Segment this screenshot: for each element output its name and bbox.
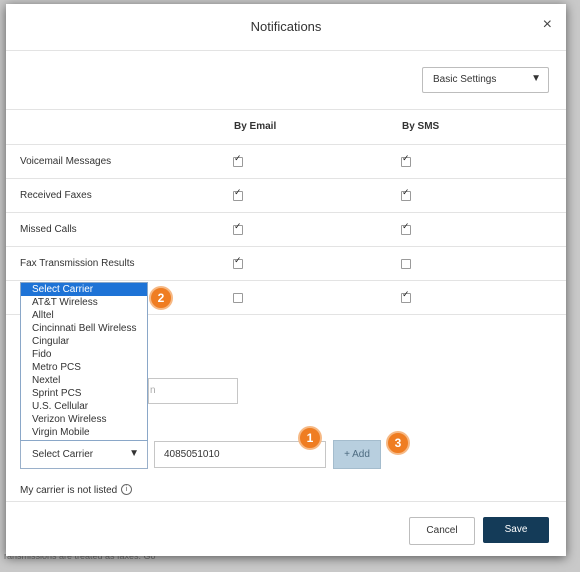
step-badge-3: 3 (386, 431, 410, 455)
info-icon[interactable]: i (121, 484, 132, 495)
notification-row-label: Voicemail Messages (20, 156, 112, 167)
carrier-option[interactable]: Cincinnati Bell Wireless (21, 322, 147, 335)
carrier-option[interactable]: Fido (21, 348, 147, 361)
settings-select[interactable]: Basic Settings ▼ (422, 67, 549, 93)
notifications-modal: Notifications × Basic Settings ▼ By Emai… (6, 4, 566, 556)
carrier-option[interactable]: Sprint PCS (21, 387, 147, 400)
phone-number-value: 4085051010 (164, 449, 220, 460)
carrier-not-listed-text: My carrier is not listed (20, 485, 118, 496)
carrier-option[interactable]: Metro PCS (21, 361, 147, 374)
carrier-select-value: Select Carrier (32, 449, 94, 460)
notification-row: Received Faxes (6, 179, 566, 213)
step-badge-2: 2 (149, 286, 173, 310)
carrier-option[interactable]: Verizon Wireless (21, 413, 147, 426)
carrier-option[interactable]: Nextel (21, 374, 147, 387)
settings-row: Basic Settings ▼ (6, 51, 566, 110)
sms-checkbox[interactable] (401, 290, 411, 303)
save-button[interactable]: Save (483, 517, 549, 543)
carrier-option[interactable]: Virgin Mobile (21, 426, 147, 439)
email-checkbox[interactable] (233, 154, 243, 167)
email-checkbox[interactable] (233, 188, 243, 201)
modal-title: Notifications (250, 19, 322, 34)
sms-checkbox[interactable] (401, 222, 411, 235)
modal-header: Notifications × (6, 4, 566, 51)
carrier-select[interactable]: Select Carrier ▼ (20, 440, 148, 469)
close-icon[interactable]: × (543, 16, 552, 34)
column-headers: By Email By SMS (6, 110, 566, 145)
notification-row-label: Missed Calls (20, 224, 77, 235)
carrier-option[interactable]: Alltel (21, 309, 147, 322)
carrier-dropdown-list: Select Carrier AT&T Wireless Alltel Cincinn… (20, 282, 148, 441)
by-email-header: By Email (234, 121, 277, 132)
by-sms-header: By SMS (402, 121, 440, 132)
cancel-button[interactable]: Cancel (409, 517, 475, 545)
settings-select-value: Basic Settings (433, 74, 497, 85)
carrier-option[interactable]: Cingular (21, 335, 147, 348)
sms-checkbox[interactable] (401, 259, 411, 269)
carrier-option[interactable]: Select Carrier (21, 283, 147, 296)
carrier-option[interactable]: AT&T Wireless (21, 296, 147, 309)
notification-row-label: Received Faxes (20, 190, 92, 201)
email-checkbox[interactable] (233, 293, 243, 303)
carrier-option[interactable]: U.S. Cellular (21, 400, 147, 413)
add-button[interactable]: + Add (333, 440, 381, 469)
email-input[interactable]: n (148, 378, 238, 404)
notification-row-label: Fax Transmission Results (20, 258, 135, 269)
sms-checkbox[interactable] (401, 154, 411, 167)
chevron-down-icon: ▼ (531, 73, 541, 84)
chevron-down-icon: ▼ (129, 448, 139, 459)
sms-checkbox[interactable] (401, 188, 411, 201)
notification-row: Voicemail Messages (6, 145, 566, 179)
email-checkbox[interactable] (233, 222, 243, 235)
notification-row: Missed Calls (6, 213, 566, 247)
notification-row: Fax Transmission Results (6, 247, 566, 281)
email-checkbox[interactable] (233, 256, 243, 269)
step-badge-1: 1 (298, 426, 322, 450)
modal-footer: Cancel Save (6, 501, 566, 557)
email-input-value: n (150, 385, 156, 396)
